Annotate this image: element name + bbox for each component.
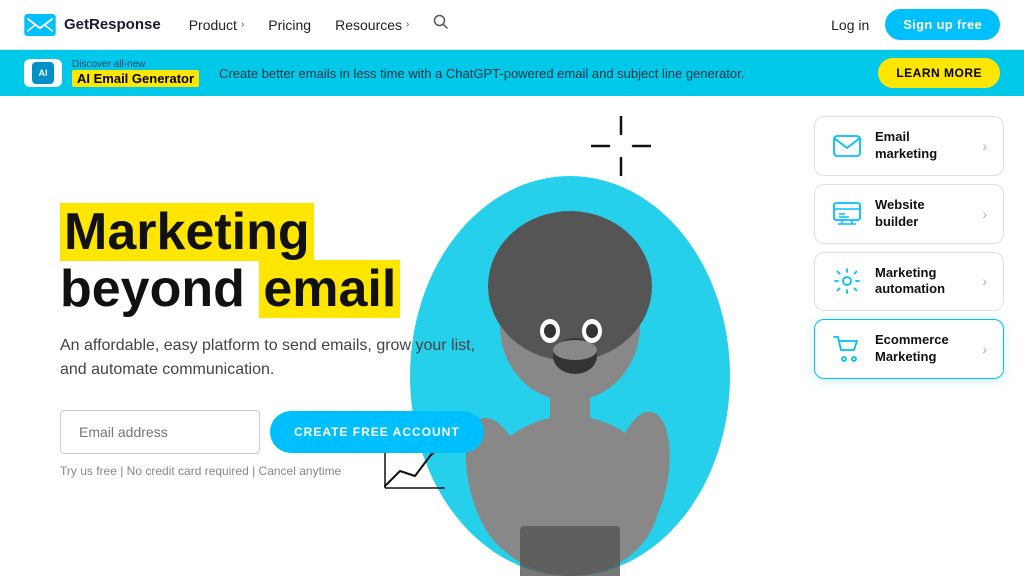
chevron-right-icon-2: ›: [982, 206, 987, 222]
chevron-right-icon-3: ›: [982, 273, 987, 289]
search-button[interactable]: [433, 14, 449, 35]
nav-left: GetResponse Product › Pricing Resources …: [24, 14, 449, 36]
headline-highlight-1: Marketing: [60, 203, 314, 261]
fine-print-text: Try us free | No credit card required | …: [60, 464, 484, 478]
feature-card-email-marketing[interactable]: Emailmarketing ›: [814, 116, 1004, 176]
nav-right: Log in Sign up free: [831, 9, 1000, 40]
ai-badge: AI: [24, 59, 62, 87]
feature-card-website-builder[interactable]: Websitebuilder ›: [814, 184, 1004, 244]
cta-row: CREATE FREE ACCOUNT: [60, 410, 484, 454]
chevron-down-icon: ›: [241, 19, 244, 30]
chevron-right-icon: ›: [982, 138, 987, 154]
ecommerce-label: EcommerceMarketing: [875, 332, 949, 366]
banner-left: AI Discover all-new AI Email Generator: [24, 59, 199, 87]
email-input[interactable]: [60, 410, 260, 454]
chevron-right-icon-4: ›: [982, 341, 987, 357]
banner-product-name: AI Email Generator: [72, 70, 199, 87]
logo-icon: [24, 14, 56, 36]
nav-link-pricing[interactable]: Pricing: [268, 17, 311, 33]
banner-discover-text: Discover all-new: [72, 59, 199, 70]
hero-content: Marketing beyond email An affordable, ea…: [0, 96, 524, 576]
feature-cards: Emailmarketing › Websitebuilder ›: [814, 116, 1004, 379]
monitor-icon: [831, 198, 863, 230]
headline-plain: beyond: [60, 260, 245, 318]
feature-card-ecommerce[interactable]: EcommerceMarketing ›: [814, 319, 1004, 379]
website-builder-label: Websitebuilder: [875, 197, 925, 231]
create-account-button[interactable]: CREATE FREE ACCOUNT: [270, 411, 484, 453]
banner-description: Create better emails in less time with a…: [219, 66, 858, 81]
hero-headline: Marketing beyond email: [60, 204, 484, 318]
search-icon: [433, 14, 449, 30]
feature-card-marketing-automation[interactable]: Marketingautomation ›: [814, 252, 1004, 312]
envelope-icon: [831, 130, 863, 162]
ai-icon: AI: [32, 62, 54, 84]
sparkle-icon: [591, 116, 651, 176]
nav-links: Product › Pricing Resources ›: [189, 14, 450, 35]
nav-link-product[interactable]: Product ›: [189, 17, 245, 33]
learn-more-button[interactable]: LEARN MORE: [878, 58, 1000, 88]
promo-banner: AI Discover all-new AI Email Generator C…: [0, 50, 1024, 96]
gear-icon: [831, 265, 863, 297]
headline-highlight-2: email: [259, 260, 400, 318]
signup-button[interactable]: Sign up free: [885, 9, 1000, 40]
hero-subtext: An affordable, easy platform to send ema…: [60, 334, 480, 382]
navigation: GetResponse Product › Pricing Resources …: [0, 0, 1024, 50]
logo-text: GetResponse: [64, 16, 161, 33]
email-marketing-label: Emailmarketing: [875, 129, 937, 163]
login-button[interactable]: Log in: [831, 17, 869, 33]
cart-icon: [831, 333, 863, 365]
nav-link-resources[interactable]: Resources ›: [335, 17, 409, 33]
marketing-automation-label: Marketingautomation: [875, 265, 945, 299]
logo[interactable]: GetResponse: [24, 14, 161, 36]
chevron-down-icon-2: ›: [406, 19, 409, 30]
main-content: Marketing beyond email An affordable, ea…: [0, 96, 1024, 576]
banner-label: Discover all-new AI Email Generator: [72, 59, 199, 87]
